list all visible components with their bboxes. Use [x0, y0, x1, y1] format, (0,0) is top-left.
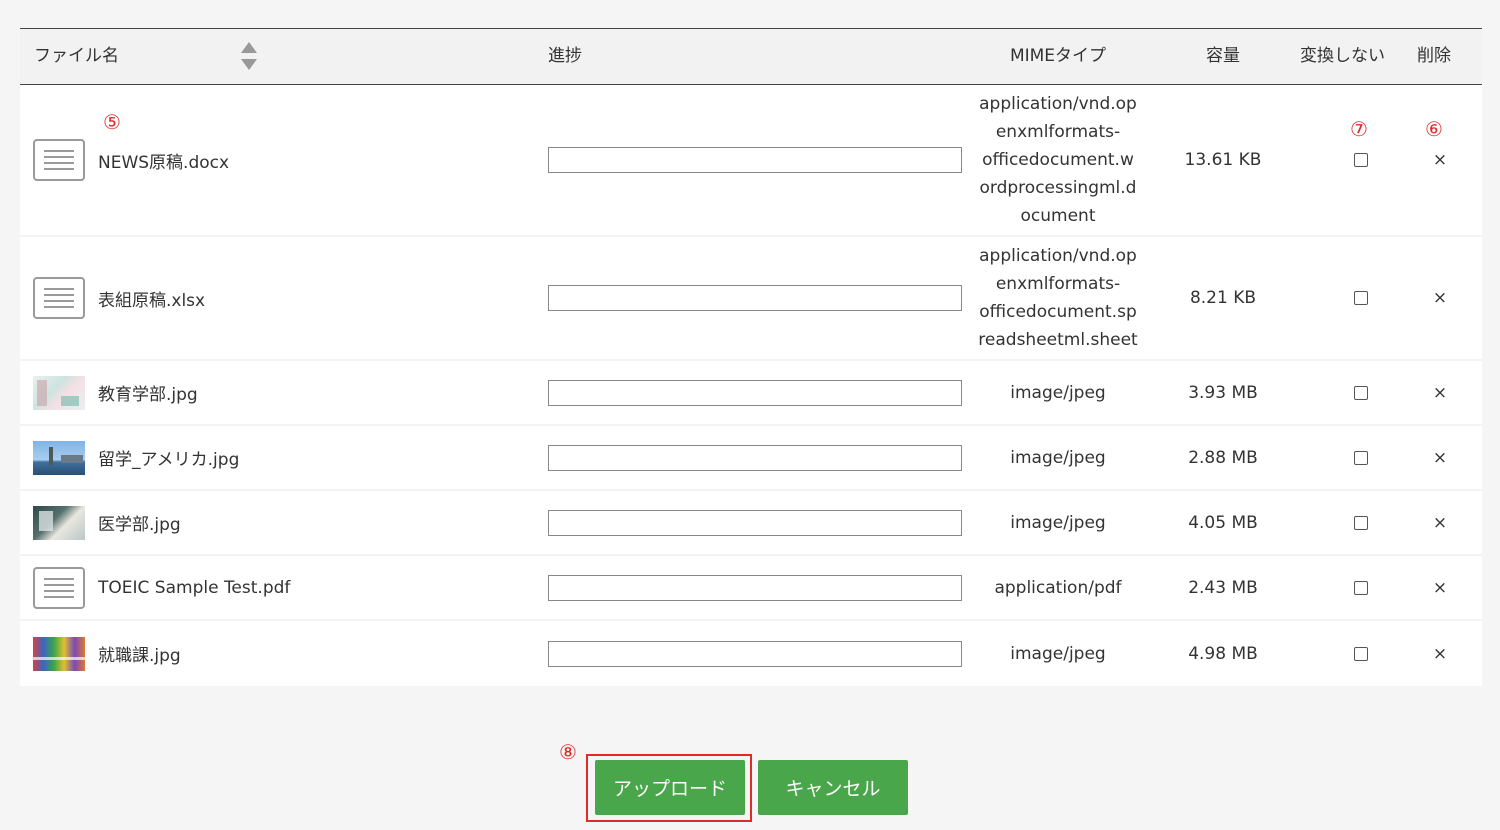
progress-bar	[548, 509, 962, 536]
mime-type: application/vnd.op enxmlformats- officed…	[978, 246, 1138, 350]
file-name: 就職課.jpg	[98, 646, 181, 666]
document-icon	[33, 277, 85, 319]
no-convert-checkbox[interactable]	[1354, 515, 1368, 530]
table-row: 表組原稿.xlsx application/vnd.op enxmlformat…	[20, 237, 1482, 361]
delete-button[interactable]: ×	[1430, 85, 1450, 235]
progress-bar	[548, 147, 962, 173]
table-row: 教育学部.jpg image/jpeg 3.93 MB ×	[20, 361, 1482, 426]
delete-button[interactable]: ×	[1430, 426, 1450, 489]
header-file-name: ファイル名	[34, 46, 119, 66]
no-convert-checkbox[interactable]	[1354, 385, 1368, 400]
header-mime-type: MIMEタイプ	[1009, 46, 1107, 66]
mime-type: application/pdf	[994, 577, 1122, 598]
delete-button[interactable]: ×	[1430, 491, 1450, 554]
delete-button[interactable]: ×	[1430, 621, 1450, 686]
no-convert-checkbox[interactable]	[1354, 450, 1368, 465]
table-row: TOEIC Sample Test.pdf application/pdf 2.…	[20, 556, 1482, 621]
file-size: 8.21 KB	[1189, 288, 1257, 308]
delete-button[interactable]: ×	[1430, 556, 1450, 619]
delete-button[interactable]: ×	[1430, 361, 1450, 424]
file-name: 表組原稿.xlsx	[98, 290, 206, 311]
header-delete: 削除	[1417, 46, 1451, 66]
header-progress: 進捗	[548, 46, 582, 66]
file-size: 3.93 MB	[1188, 382, 1258, 403]
progress-bar	[548, 379, 962, 406]
file-size: 4.98 MB	[1188, 643, 1258, 664]
no-convert-checkbox[interactable]	[1354, 153, 1368, 167]
mime-type: application/vnd.op enxmlformats- officed…	[979, 94, 1137, 226]
file-name: TOEIC Sample Test.pdf	[98, 577, 291, 598]
file-name: 医学部.jpg	[98, 515, 181, 535]
progress-bar	[548, 640, 962, 667]
document-icon	[33, 566, 85, 609]
delete-button[interactable]: ×	[1430, 237, 1450, 359]
document-icon	[33, 139, 85, 181]
file-size: 4.05 MB	[1188, 512, 1258, 533]
progress-bar	[548, 444, 962, 471]
table-row: NEWS原稿.docx application/vnd.op enxmlform…	[20, 85, 1482, 237]
upload-button[interactable]: アップロード	[595, 760, 745, 815]
progress-bar	[548, 285, 962, 311]
file-name: 留学_アメリカ.jpg	[98, 450, 240, 470]
mime-type: image/jpeg	[1010, 382, 1106, 403]
header-no-convert: 変換しない	[1300, 46, 1385, 66]
mime-type: image/jpeg	[1010, 643, 1106, 664]
table-row: 留学_アメリカ.jpg image/jpeg 2.88 MB ×	[20, 426, 1482, 491]
file-name: NEWS原稿.docx	[98, 152, 230, 173]
no-convert-checkbox[interactable]	[1354, 580, 1368, 595]
file-size: 2.43 MB	[1188, 577, 1258, 598]
image-thumbnail	[33, 636, 85, 671]
annotation-upload: ⑧	[559, 740, 577, 764]
mime-type: image/jpeg	[1010, 512, 1106, 533]
mime-type: image/jpeg	[1010, 447, 1106, 468]
file-size: 2.88 MB	[1188, 447, 1258, 468]
cancel-button[interactable]: キャンセル	[758, 760, 908, 815]
file-name: 教育学部.jpg	[98, 385, 198, 405]
annotation-no-convert: ⑦	[1350, 117, 1368, 141]
image-thumbnail	[33, 505, 85, 540]
annotation-file-name: ⑤	[103, 110, 121, 134]
table-row: 医学部.jpg image/jpeg 4.05 MB ×	[20, 491, 1482, 556]
header-size: 容量	[1206, 46, 1240, 66]
progress-bar	[548, 574, 962, 601]
annotation-delete: ⑥	[1425, 117, 1443, 141]
file-upload-table: ファイル名 進捗 MIMEタイプ 容量 変換しない 削除 NEWS原稿.docx…	[20, 28, 1482, 686]
table-header: ファイル名 進捗 MIMEタイプ 容量 変換しない 削除	[20, 28, 1482, 85]
image-thumbnail	[33, 440, 85, 475]
no-convert-checkbox[interactable]	[1354, 646, 1368, 661]
table-row: 就職課.jpg image/jpeg 4.98 MB ×	[20, 621, 1482, 686]
image-thumbnail	[33, 375, 85, 410]
sort-icon[interactable]	[240, 42, 258, 72]
file-size: 13.61 KB	[1184, 150, 1262, 170]
no-convert-checkbox[interactable]	[1354, 291, 1368, 305]
